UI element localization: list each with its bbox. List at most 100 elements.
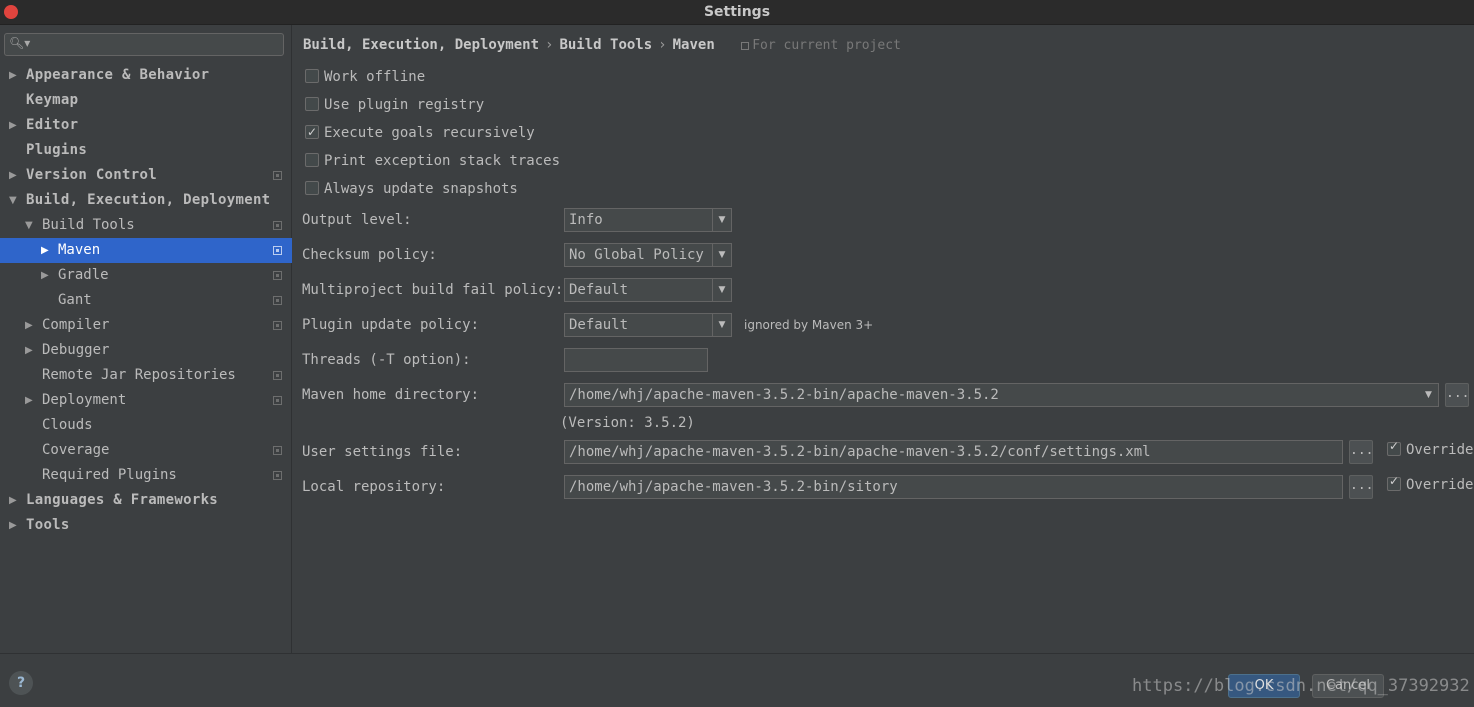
work-offline-label: Work offline [324,69,426,85]
expand-arrow-icon[interactable]: ▶ [41,238,49,263]
title-bar: Settings [0,0,1474,25]
sidebar-item-keymap[interactable]: Keymap [0,88,292,113]
work-offline-option[interactable]: Work offline [305,67,425,87]
project-scope-icon [273,371,282,380]
expand-arrow-icon[interactable]: ▶ [25,388,33,413]
project-scope-hint: For current project [741,38,901,53]
override-label: Override [1406,477,1474,493]
collapse-arrow-icon[interactable]: ▼ [9,188,17,213]
print-exception-stack-traces-option[interactable]: Print exception stack traces [305,151,560,171]
chevron-down-icon[interactable]: ▼ [712,209,731,231]
sidebar-item-gradle[interactable]: ▶ Gradle [0,263,292,288]
expand-arrow-icon[interactable]: ▶ [9,163,17,188]
project-scope-icon [273,171,282,180]
use-plugin-registry-label: Use plugin registry [324,97,485,113]
use-plugin-registry-checkbox[interactable] [305,97,319,111]
always-update-snapshots-option[interactable]: Always update snapshots [305,179,518,199]
sidebar-item-clouds[interactable]: Clouds [0,413,292,438]
collapse-arrow-icon[interactable]: ▼ [25,213,33,238]
search-input[interactable]: 🔍︎▾ [4,33,284,56]
chevron-down-icon[interactable]: ▼ [712,314,731,336]
plugin-update-policy-label: Plugin update policy: [302,317,480,333]
sidebar-item-editor[interactable]: ▶ Editor [0,113,292,138]
sidebar-item-build-execution-deployment[interactable]: ▼ Build, Execution, Deployment [0,188,292,213]
sidebar-item-deployment[interactable]: ▶ Deployment [0,388,292,413]
expand-arrow-icon[interactable]: ▶ [25,338,33,363]
user-settings-file-input[interactable]: /home/whj/apache-maven-3.5.2-bin/apache-… [564,440,1343,464]
sidebar-item-appearance-behavior[interactable]: ▶ Appearance & Behavior [0,63,292,88]
threads-label: Threads (-T option): [302,352,471,368]
project-scope-icon [273,221,282,230]
work-offline-checkbox[interactable] [305,69,319,83]
sidebar-item-required-plugins[interactable]: Required Plugins [0,463,292,488]
expand-arrow-icon[interactable]: ▶ [41,263,49,288]
plugin-update-policy-select[interactable]: Default ▼ [564,313,732,337]
output-level-select[interactable]: Info ▼ [564,208,732,232]
expand-arrow-icon[interactable]: ▶ [25,313,33,338]
project-scope-icon [273,471,282,480]
ok-button[interactable]: OK [1228,674,1300,698]
override-label: Override [1406,442,1474,458]
breadcrumb-separator: › [545,37,554,53]
execute-goals-recursively-option[interactable]: Execute goals recursively [305,122,535,143]
expand-arrow-icon[interactable]: ▶ [9,63,17,88]
sidebar-item-tools[interactable]: ▶ Tools [0,513,292,538]
local-repository-override-checkbox[interactable] [1387,474,1401,491]
always-update-snapshots-checkbox[interactable] [305,181,319,195]
cancel-button[interactable]: Cancel [1312,674,1384,698]
user-settings-override-option[interactable]: Override [1387,439,1474,458]
chevron-down-icon[interactable]: ▼ [1419,384,1438,406]
checksum-policy-label: Checksum policy: [302,247,437,263]
local-repository-label: Local repository: [302,479,446,495]
threads-input[interactable] [564,348,708,372]
dialog-footer: ? OK Cancel https://blog.csdn.net/qq_373… [0,653,1474,707]
sidebar-item-languages-frameworks[interactable]: ▶ Languages & Frameworks [0,488,292,513]
breadcrumb-build-tools[interactable]: Build Tools [559,37,652,53]
plugin-update-policy-value: Default [569,317,629,333]
local-repository-override-option[interactable]: Override [1387,474,1474,493]
help-icon[interactable]: ? [9,671,33,695]
user-settings-file-label: User settings file: [302,444,463,460]
chevron-down-icon[interactable]: ▼ [712,279,731,301]
print-exception-stack-traces-label: Print exception stack traces [324,153,561,169]
local-repository-browse-button[interactable]: ... [1349,475,1373,499]
maven-settings-panel: Build, Execution, Deployment › Build Tools… [293,25,1474,653]
sidebar-item-build-tools[interactable]: ▼ Build Tools [0,213,292,238]
multiproject-build-fail-policy-select[interactable]: Default ▼ [564,278,732,302]
local-repository-input[interactable]: /home/whj/apache-maven-3.5.2-bin/sitory [564,475,1343,499]
sidebar-item-plugins[interactable]: Plugins [0,138,292,163]
window-title: Settings [703,4,771,20]
project-scope-label: For current project [752,38,901,53]
multiproject-build-fail-policy-label: Multiproject build fail policy: [302,282,564,298]
sidebar-item-maven[interactable]: ▶ Maven [0,238,292,263]
sidebar-item-coverage[interactable]: Coverage [0,438,292,463]
checksum-policy-select[interactable]: No Global Policy ▼ [564,243,732,267]
sidebar-item-remote-jar-repositories[interactable]: Remote Jar Repositories [0,363,292,388]
sidebar-item-compiler[interactable]: ▶ Compiler [0,313,292,338]
execute-goals-recursively-checkbox[interactable] [305,122,319,142]
breadcrumb-separator: › [658,37,667,53]
print-exception-stack-traces-checkbox[interactable] [305,153,319,167]
maven-home-directory-value: /home/whj/apache-maven-3.5.2-bin/apache-… [569,387,999,403]
project-scope-icon [273,396,282,405]
expand-arrow-icon[interactable]: ▶ [9,513,17,538]
plugin-update-note: ignored by Maven 3+ [744,318,874,332]
maven-home-browse-button[interactable]: ... [1445,383,1469,407]
project-scope-icon [273,321,282,330]
sidebar-item-gant[interactable]: Gant [0,288,292,313]
breadcrumb-build-execution-deployment[interactable]: Build, Execution, Deployment [303,37,539,53]
always-update-snapshots-label: Always update snapshots [324,181,518,197]
watermark: https://blog.csdn.net/qq_37392932 [1132,676,1470,696]
user-settings-browse-button[interactable]: ... [1349,440,1373,464]
checksum-policy-value: No Global Policy [569,247,704,263]
expand-arrow-icon[interactable]: ▶ [9,488,17,513]
expand-arrow-icon[interactable]: ▶ [9,113,17,138]
use-plugin-registry-option[interactable]: Use plugin registry [305,95,484,115]
sidebar-item-version-control[interactable]: ▶ Version Control [0,163,292,188]
user-settings-override-checkbox[interactable] [1387,439,1401,456]
execute-goals-recursively-label: Execute goals recursively [324,125,535,141]
project-scope-icon [273,296,282,305]
maven-home-directory-select[interactable]: /home/whj/apache-maven-3.5.2-bin/apache-… [564,383,1439,407]
chevron-down-icon[interactable]: ▼ [712,244,731,266]
sidebar-item-debugger[interactable]: ▶ Debugger [0,338,292,363]
